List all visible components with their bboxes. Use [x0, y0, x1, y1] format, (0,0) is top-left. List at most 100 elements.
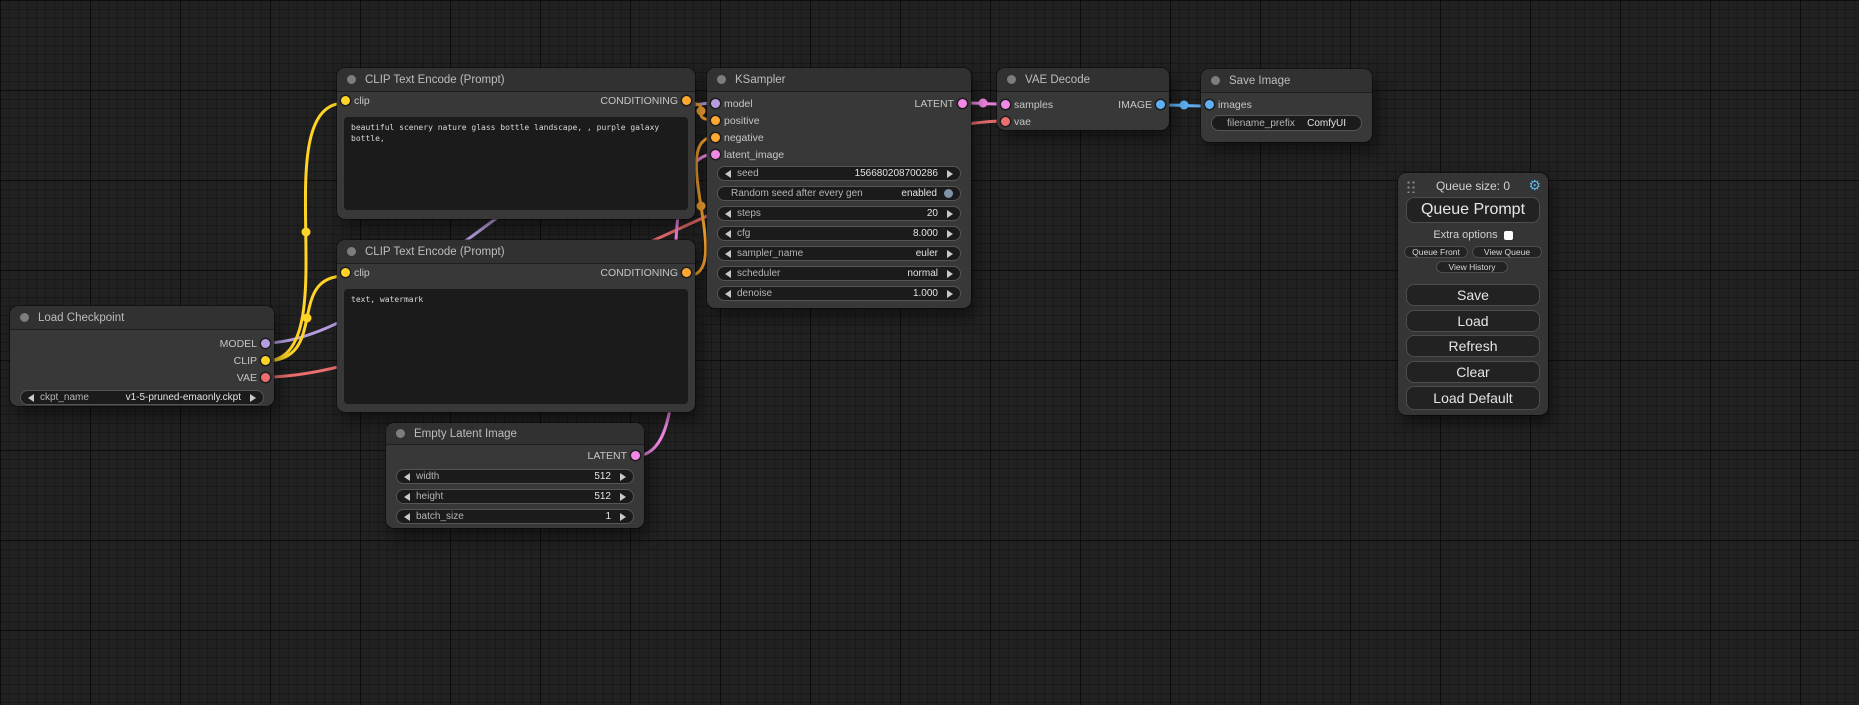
node-clip-text-encode-positive[interactable]: CLIP Text Encode (Prompt) clip CONDITION…: [337, 68, 695, 219]
images-input-port[interactable]: [1205, 100, 1214, 109]
settings-gear-icon[interactable]: ⚙: [1528, 177, 1541, 193]
ckpt-name-widget[interactable]: ckpt_name v1-5-pruned-emaonly.ckpt: [20, 390, 264, 405]
collapse-dot[interactable]: [1007, 75, 1016, 84]
node-save-image[interactable]: Save Image images filename_prefix ComfyU…: [1201, 69, 1372, 142]
widget-label: scheduler: [737, 268, 780, 279]
image-output-port[interactable]: [1156, 100, 1165, 109]
decrement-arrow-icon[interactable]: [725, 210, 731, 218]
node-title-bar[interactable]: Empty Latent Image: [386, 423, 644, 445]
increment-arrow-icon[interactable]: [947, 250, 953, 258]
link-midpoint-dot[interactable]: [1180, 101, 1189, 110]
cfg-widget[interactable]: cfg 8.000: [717, 226, 961, 241]
vae-input-port[interactable]: [1001, 117, 1010, 126]
collapse-dot[interactable]: [1211, 76, 1220, 85]
decrement-arrow-icon[interactable]: [725, 290, 731, 298]
increment-arrow-icon[interactable]: [620, 493, 626, 501]
increment-arrow-icon[interactable]: [947, 210, 953, 218]
node-load-checkpoint[interactable]: Load Checkpoint MODEL CLIP VAE ckpt_name…: [10, 306, 274, 406]
decrement-arrow-icon[interactable]: [404, 473, 410, 481]
node-title-bar[interactable]: VAE Decode: [997, 68, 1169, 92]
output-row: MODEL: [10, 335, 274, 352]
latent-output-port[interactable]: [631, 451, 640, 460]
node-empty-latent-image[interactable]: Empty Latent Image LATENT width 512 heig…: [386, 423, 644, 528]
filename-prefix-widget[interactable]: filename_prefix ComfyUI: [1211, 115, 1362, 131]
load-button[interactable]: Load: [1406, 310, 1540, 332]
decrement-arrow-icon[interactable]: [404, 493, 410, 501]
save-button[interactable]: Save: [1406, 284, 1540, 306]
height-widget[interactable]: height 512: [396, 489, 634, 504]
io-row: images: [1201, 96, 1372, 113]
queue-front-button[interactable]: Queue Front: [1404, 246, 1468, 258]
collapse-dot[interactable]: [347, 247, 356, 256]
widget-value: 512: [594, 471, 611, 482]
collapse-dot[interactable]: [20, 313, 29, 322]
conditioning-output-port[interactable]: [682, 96, 691, 105]
clip-output-port[interactable]: [261, 356, 270, 365]
link-midpoint-dot[interactable]: [979, 99, 988, 108]
increment-arrow-icon[interactable]: [947, 170, 953, 178]
widget-value: v1-5-pruned-emaonly.ckpt: [126, 392, 241, 403]
clip-input-port[interactable]: [341, 96, 350, 105]
queue-panel[interactable]: Queue size: 0 ⚙ Queue Prompt Extra optio…: [1398, 173, 1548, 415]
node-title: KSampler: [735, 74, 786, 86]
negative-input-port[interactable]: [711, 133, 720, 142]
prompt-textarea[interactable]: beautiful scenery nature glass bottle la…: [344, 117, 688, 210]
decrement-arrow-icon[interactable]: [725, 270, 731, 278]
width-widget[interactable]: width 512: [396, 469, 634, 484]
link-midpoint-dot[interactable]: [697, 107, 706, 116]
vae-output-port[interactable]: [261, 373, 270, 382]
node-title-bar[interactable]: CLIP Text Encode (Prompt): [337, 68, 695, 92]
node-title-bar[interactable]: Load Checkpoint: [10, 306, 274, 330]
prompt-textarea[interactable]: text, watermark: [344, 289, 688, 404]
extra-options-checkbox[interactable]: [1504, 231, 1513, 240]
seed-widget[interactable]: seed 156680208700286: [717, 166, 961, 181]
model-output-port[interactable]: [261, 339, 270, 348]
view-history-button[interactable]: View History: [1436, 261, 1508, 273]
toggle-enabled-icon[interactable]: [944, 189, 953, 198]
model-input-port[interactable]: [711, 99, 720, 108]
node-title-bar[interactable]: CLIP Text Encode (Prompt): [337, 240, 695, 264]
widget-value: normal: [907, 268, 938, 279]
increment-arrow-icon[interactable]: [947, 270, 953, 278]
increment-arrow-icon[interactable]: [620, 473, 626, 481]
decrement-arrow-icon[interactable]: [28, 394, 34, 402]
latent-image-input-port[interactable]: [711, 150, 720, 159]
random-seed-widget[interactable]: Random seed after every gen enabled: [717, 186, 961, 201]
node-vae-decode[interactable]: VAE Decode samples IMAGE vae: [997, 68, 1169, 130]
link-midpoint-dot[interactable]: [302, 228, 311, 237]
increment-arrow-icon[interactable]: [947, 290, 953, 298]
batch-size-widget[interactable]: batch_size 1: [396, 509, 634, 524]
clear-button[interactable]: Clear: [1406, 361, 1540, 383]
collapse-dot[interactable]: [347, 75, 356, 84]
samples-input-port[interactable]: [1001, 100, 1010, 109]
queue-prompt-button[interactable]: Queue Prompt: [1406, 197, 1540, 223]
positive-input-port[interactable]: [711, 116, 720, 125]
clip-input-port[interactable]: [341, 268, 350, 277]
load-default-button[interactable]: Load Default: [1406, 386, 1540, 410]
sampler-name-widget[interactable]: sampler_name euler: [717, 246, 961, 261]
link-midpoint-dot[interactable]: [697, 202, 706, 211]
increment-arrow-icon[interactable]: [620, 513, 626, 521]
node-title-bar[interactable]: Save Image: [1201, 69, 1372, 93]
node-clip-text-encode-negative[interactable]: CLIP Text Encode (Prompt) clip CONDITION…: [337, 240, 695, 412]
increment-arrow-icon[interactable]: [947, 230, 953, 238]
node-title-bar[interactable]: KSampler: [707, 68, 971, 92]
latent-output-port[interactable]: [958, 99, 967, 108]
node-graph-canvas[interactable]: { "app": "ComfyUI node graph", "nodes": …: [0, 0, 1859, 705]
scheduler-widget[interactable]: scheduler normal: [717, 266, 961, 281]
decrement-arrow-icon[interactable]: [725, 230, 731, 238]
decrement-arrow-icon[interactable]: [725, 170, 731, 178]
refresh-button[interactable]: Refresh: [1406, 335, 1540, 357]
conditioning-output-port[interactable]: [682, 268, 691, 277]
link-midpoint-dot[interactable]: [303, 314, 312, 323]
steps-widget[interactable]: steps 20: [717, 206, 961, 221]
collapse-dot[interactable]: [396, 429, 405, 438]
collapse-dot[interactable]: [717, 75, 726, 84]
decrement-arrow-icon[interactable]: [404, 513, 410, 521]
widget-label: sampler_name: [737, 248, 803, 259]
node-ksampler[interactable]: KSampler model LATENT positive negative …: [707, 68, 971, 308]
increment-arrow-icon[interactable]: [250, 394, 256, 402]
view-queue-button[interactable]: View Queue: [1472, 246, 1542, 258]
decrement-arrow-icon[interactable]: [725, 250, 731, 258]
denoise-widget[interactable]: denoise 1.000: [717, 286, 961, 301]
